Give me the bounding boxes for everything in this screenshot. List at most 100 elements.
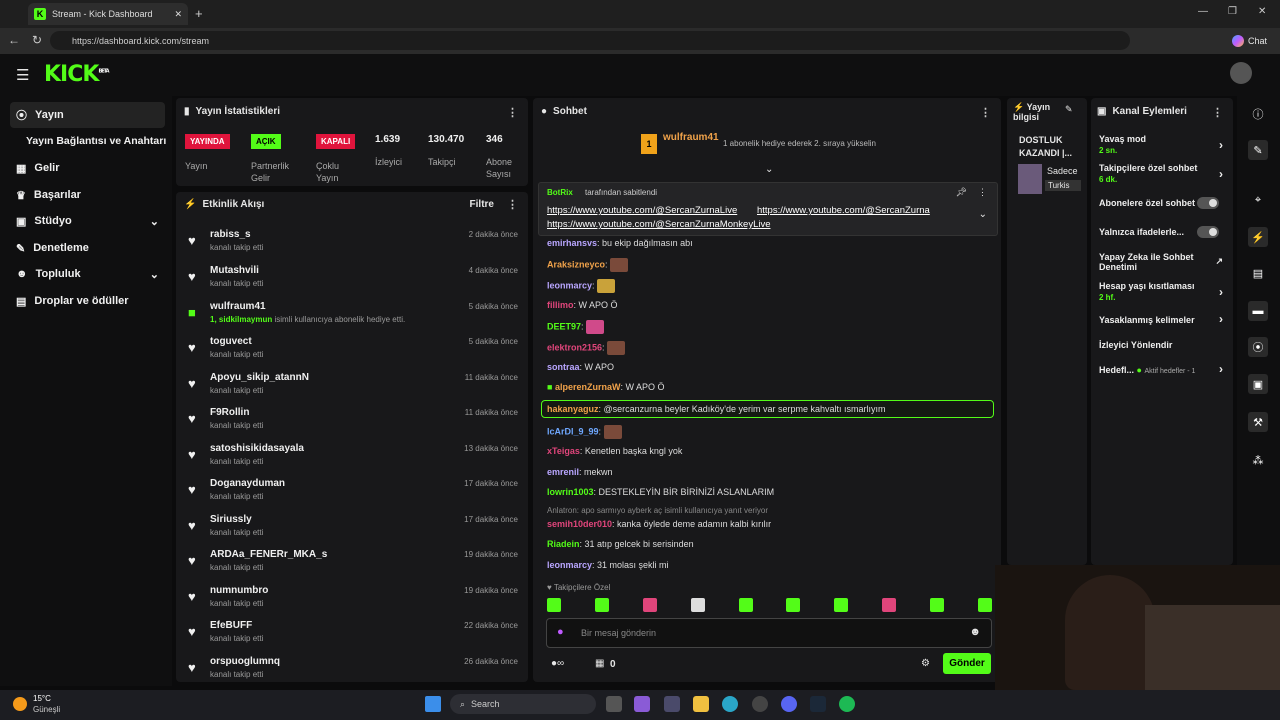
kick-logo[interactable]: KICKBETA xyxy=(44,62,110,87)
feed-username[interactable]: Doganayduman xyxy=(210,478,285,489)
sidebar-item-denetleme[interactable]: ✎ Denetleme xyxy=(10,235,165,261)
reply-context[interactable]: Anlatron: apo sarmıyo ayberk aç isimli k… xyxy=(547,506,768,515)
external-link-icon[interactable]: ↗ xyxy=(1215,256,1223,267)
broadcast-icon[interactable]: ⦿ xyxy=(1248,337,1268,357)
edit-icon[interactable]: ✎ xyxy=(1248,140,1268,160)
app-icon[interactable] xyxy=(752,696,768,712)
chat-username[interactable]: Araksizneyco xyxy=(547,259,605,269)
feed-username[interactable]: rabiss_s xyxy=(210,229,251,240)
sidebar-item-basarilar[interactable]: ♛ Başarılar xyxy=(10,182,165,208)
steam-icon[interactable] xyxy=(810,696,826,712)
settings-icon[interactable]: ⚙ xyxy=(921,658,930,669)
more-icon[interactable]: ⋮ xyxy=(507,106,518,119)
emoji-icon[interactable]: ☻ xyxy=(969,626,981,638)
action-banned-words[interactable]: Yasaklanmış kelimeler xyxy=(1099,315,1229,326)
chat-username[interactable]: semih10der010 xyxy=(547,519,612,529)
minimize-icon[interactable]: — xyxy=(1198,6,1208,17)
subscribers-only-toggle[interactable] xyxy=(1197,197,1219,209)
action-raid[interactable]: İzleyici Yönlendir xyxy=(1099,340,1229,351)
emote[interactable] xyxy=(930,598,944,612)
action-goals[interactable]: Hedefl... ● Aktif hedefler - 1 xyxy=(1099,365,1221,377)
action-ai-moderation[interactable]: Yapay Zeka ile Sohbet Denetimi xyxy=(1099,252,1229,272)
maximize-icon[interactable]: ❐ xyxy=(1228,6,1237,17)
feed-username[interactable]: wulfraum41 xyxy=(210,301,266,312)
edit-icon[interactable]: ✎ xyxy=(1065,104,1073,115)
top-gifter-name[interactable]: wulfraum41 xyxy=(663,132,719,143)
weather-icon[interactable] xyxy=(13,697,27,711)
more-icon[interactable]: ⋮ xyxy=(507,198,518,211)
points-icon[interactable]: ●∞ xyxy=(551,658,564,669)
chevron-right-icon[interactable]: › xyxy=(1219,167,1223,181)
feed-username[interactable]: EfeBUFF xyxy=(210,620,252,631)
taskbar-search[interactable]: ⌕ Search xyxy=(450,694,596,714)
info-icon[interactable]: ⓘ xyxy=(1248,104,1268,124)
emote[interactable] xyxy=(642,598,657,612)
moderation-icon[interactable]: ▣ xyxy=(1248,374,1268,394)
emote[interactable] xyxy=(786,598,801,612)
copilot-chat-button[interactable]: Chat xyxy=(1232,31,1276,50)
chat-username[interactable]: Riadein xyxy=(547,539,580,549)
back-icon[interactable]: ← xyxy=(8,33,20,47)
reload-icon[interactable]: ↻ xyxy=(32,33,42,47)
target-icon[interactable]: ⌖ xyxy=(1248,190,1268,210)
feed-username[interactable]: Apoyu_sikip_atannN xyxy=(210,372,309,383)
emote[interactable] xyxy=(834,598,849,612)
pinned-link[interactable]: https://www.youtube.com/@SercanZurnaLive xyxy=(547,205,737,216)
windows-start-icon[interactable] xyxy=(425,696,441,712)
more-icon[interactable]: ⋮ xyxy=(978,187,987,198)
chat-username[interactable]: lcArDl_9_99 xyxy=(547,426,599,436)
chat-username[interactable]: emrenil xyxy=(547,467,579,477)
feed-username[interactable]: toguvect xyxy=(210,336,252,347)
chat-username[interactable]: leonmarcy xyxy=(547,280,592,290)
chevron-right-icon[interactable]: › xyxy=(1219,285,1223,299)
feed-username[interactable]: numnumbro xyxy=(210,585,268,596)
emote[interactable] xyxy=(738,598,753,612)
menu-icon[interactable]: ☰ xyxy=(16,66,29,84)
chat-username[interactable]: emirhansvs xyxy=(547,238,597,248)
feed-username[interactable]: ARDAa_FENERr_MKA_s xyxy=(210,549,327,560)
lightning-icon[interactable]: ⚡ xyxy=(1248,227,1268,247)
community-icon[interactable]: ⁂ xyxy=(1248,450,1268,470)
file-explorer-icon[interactable] xyxy=(693,696,709,712)
chevron-down-icon[interactable]: ⌄ xyxy=(979,209,987,220)
action-account-age[interactable]: Hesap yaşı kısıtlaması 2 hf. xyxy=(1099,281,1229,303)
emote[interactable] xyxy=(882,598,897,612)
feed-username[interactable]: satoshisikidasayala xyxy=(210,443,304,454)
discord-icon[interactable] xyxy=(781,696,797,712)
emotes-only-toggle[interactable] xyxy=(1197,226,1219,238)
pin-icon[interactable]: 📌︎ xyxy=(956,187,967,198)
chat-username[interactable]: fillimo xyxy=(547,300,574,310)
tab-close-icon[interactable]: ✕ xyxy=(174,9,182,20)
sidebar-item-droplar[interactable]: ▤ Droplar ve ödüller xyxy=(10,288,165,314)
browser-tab[interactable]: K Stream - Kick Dashboard ✕ xyxy=(28,3,188,25)
emote[interactable] xyxy=(977,598,992,612)
chat-username[interactable]: hakanyaguz xyxy=(547,404,599,414)
message-input[interactable]: ● Bir mesaj gönderin ☻ xyxy=(546,618,992,648)
chevron-right-icon[interactable]: › xyxy=(1219,138,1223,152)
copilot-icon[interactable] xyxy=(634,696,650,712)
emote[interactable] xyxy=(690,598,705,612)
emote[interactable] xyxy=(547,598,561,612)
chevron-right-icon[interactable]: › xyxy=(1219,362,1223,376)
new-tab-icon[interactable]: + xyxy=(195,6,203,21)
action-followers-only[interactable]: Takipçilere özel sohbet 6 dk. xyxy=(1099,163,1229,185)
chat-username[interactable]: sontraa xyxy=(547,362,580,372)
chat-username[interactable]: elektron2156 xyxy=(547,342,602,352)
url-field[interactable]: https://dashboard.kick.com/stream xyxy=(50,31,1130,50)
pinned-link[interactable]: https://www.youtube.com/@SercanZurnaMonk… xyxy=(547,219,771,230)
chat-username[interactable]: alperenZurnaW xyxy=(555,382,621,392)
feed-username[interactable]: Mutashvili xyxy=(210,265,259,276)
more-icon[interactable]: ⋮ xyxy=(980,106,991,119)
notes-icon[interactable]: ▤ xyxy=(1248,263,1268,283)
wrench-icon[interactable]: ⚒ xyxy=(1248,412,1268,432)
close-window-icon[interactable]: ✕ xyxy=(1258,6,1266,17)
sidebar-item-gelir[interactable]: ▦ Gelir xyxy=(10,155,165,181)
microphone-icon[interactable]: ● xyxy=(557,626,564,638)
store-icon[interactable] xyxy=(664,696,680,712)
chat-username[interactable]: DEET97 xyxy=(547,321,581,331)
sidebar-item-stream-key[interactable]: Yayın Bağlantısı ve Anahtarı xyxy=(20,128,175,154)
task-view-icon[interactable] xyxy=(606,696,622,712)
filter-button[interactable]: Filtre xyxy=(470,199,494,210)
collapse-icon[interactable]: ⌄ xyxy=(765,164,773,175)
send-button[interactable]: Gönder xyxy=(943,653,991,674)
